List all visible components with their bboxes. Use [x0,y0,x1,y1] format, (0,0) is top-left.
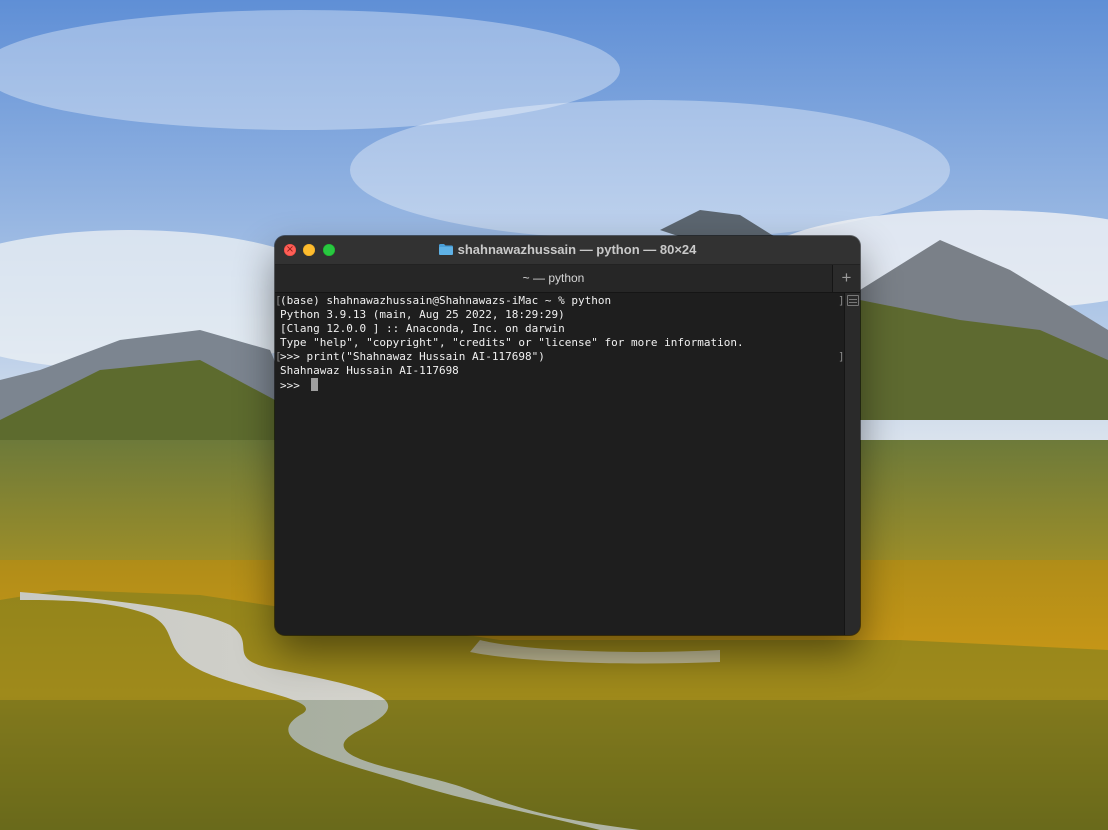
new-tab-button[interactable]: + [832,265,860,292]
window-title-wrap: shahnawazhussain — python — 80×24 [275,242,860,257]
scroll-marks-icon[interactable] [847,295,859,306]
window-title: shahnawazhussain — python — 80×24 [457,242,697,257]
tab-python[interactable]: ~ — python [275,265,832,292]
text-cursor [310,378,318,391]
terminal-content[interactable]: [ ] [ ] (base) shahnawazhussain@Shahnawa… [275,293,845,635]
terminal-line: (base) shahnawazhussain@Shahnawazs-iMac … [280,294,612,307]
window-titlebar[interactable]: × shahnawazhussain — python — 80×24 [275,236,860,265]
terminal-line: >>> print("Shahnawaz Hussain AI-117698") [280,350,545,363]
terminal-prompt-line: >>> [280,378,318,392]
prompt-text: >>> [280,379,307,392]
vertical-scrollbar[interactable] [844,293,860,635]
terminal-line: Python 3.9.13 (main, Aug 25 2022, 18:29:… [280,308,565,321]
terminal-line: Shahnawaz Hussain AI-117698 [280,364,459,377]
terminal-line: [Clang 12.0.0 ] :: Anaconda, Inc. on dar… [280,322,565,335]
terminal-line: Type "help", "copyright", "credits" or "… [280,336,744,349]
terminal-window: × shahnawazhussain — python — 80×24 ~ — … [275,236,860,635]
plus-icon: + [841,268,852,287]
tab-bar: ~ — python + [275,265,860,293]
folder-icon [438,244,453,255]
